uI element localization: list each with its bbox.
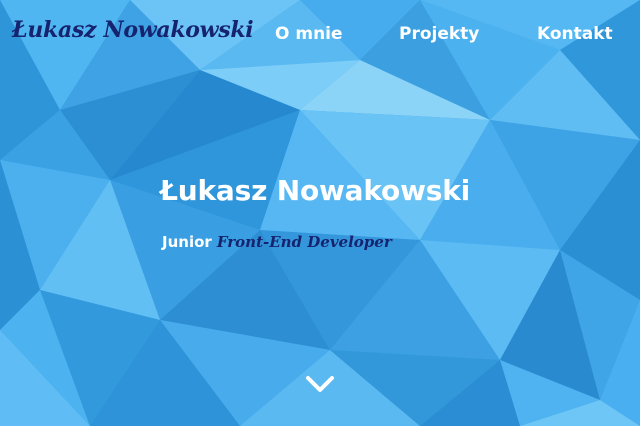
hero-subtitle-role: Front-End Developer (216, 233, 392, 251)
nav-link-about[interactable]: O mnie (275, 24, 343, 44)
scroll-down-button[interactable] (304, 372, 336, 396)
hero-subtitle: Junior Front-End Developer (162, 232, 392, 251)
chevron-down-icon (306, 376, 334, 392)
site-logo[interactable]: Łukasz Nowakowski (12, 17, 254, 43)
top-navbar: Łukasz Nowakowski O mnie Projekty Kontak… (0, 0, 640, 72)
hero-title: Łukasz Nowakowski (160, 174, 471, 207)
hero-subtitle-level: Junior (162, 233, 212, 251)
nav-link-projects[interactable]: Projekty (399, 24, 479, 44)
nav-link-contact[interactable]: Kontakt (537, 24, 613, 44)
